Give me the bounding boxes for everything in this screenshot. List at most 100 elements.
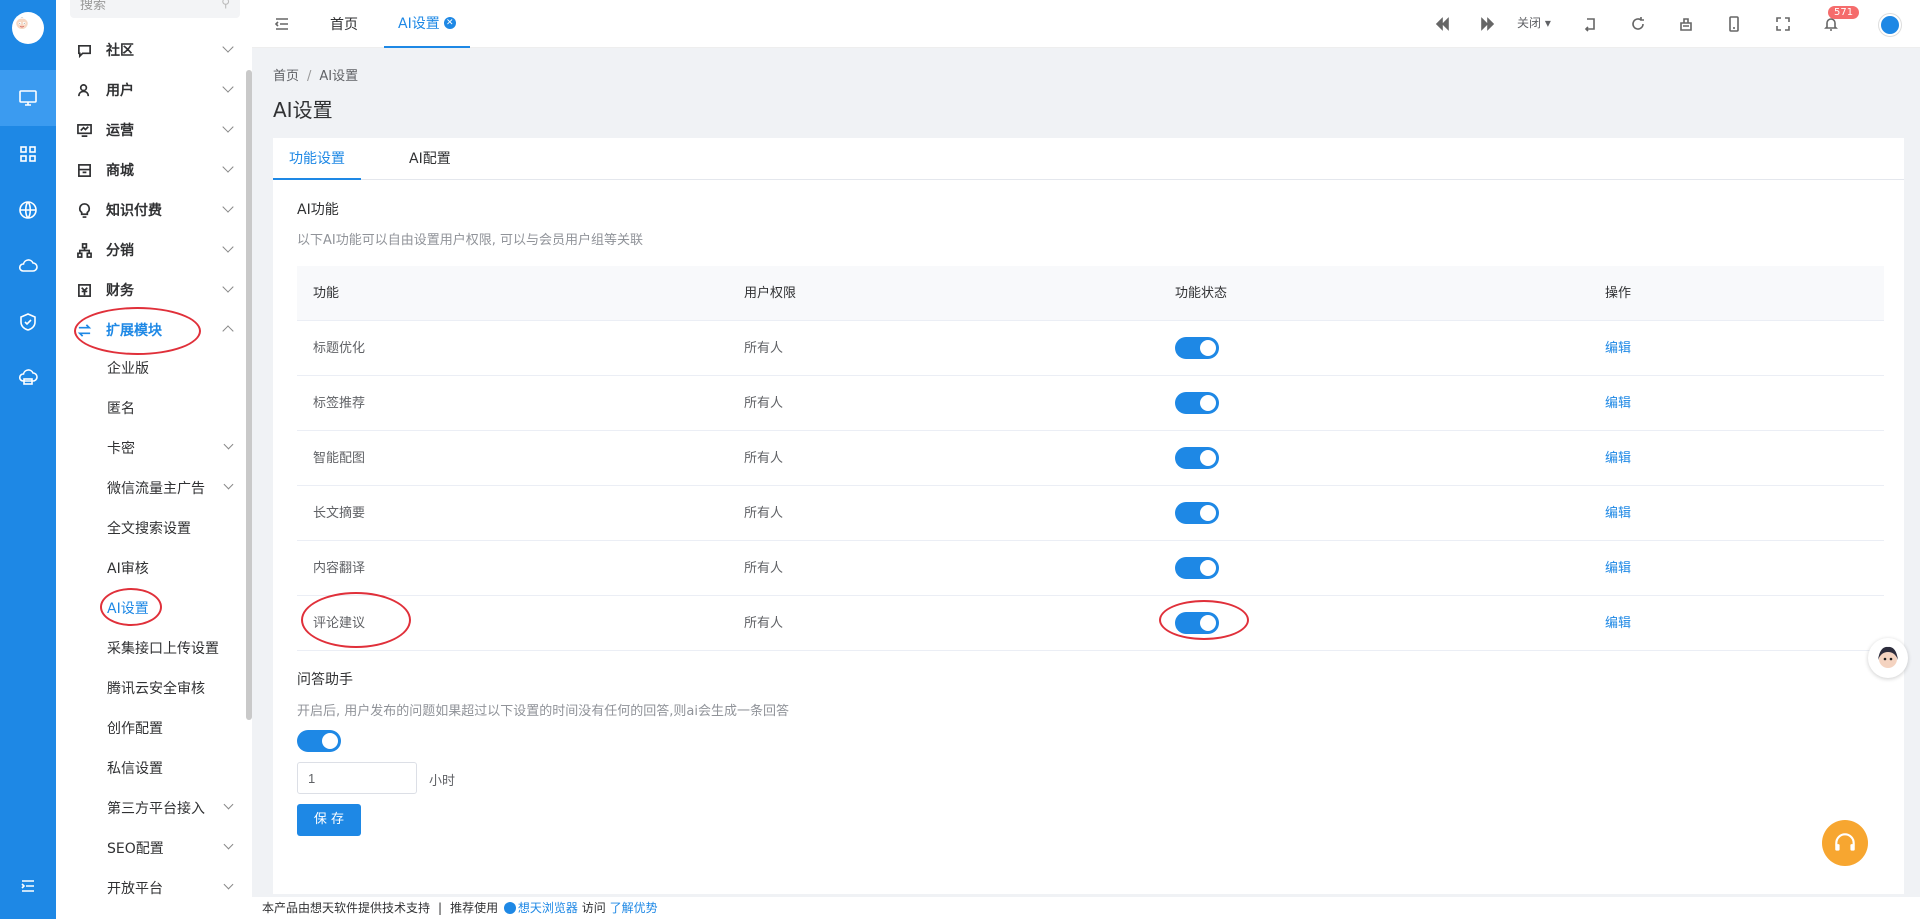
caret-down-icon: ▾	[1544, 16, 1551, 30]
submenu-open-platform[interactable]: 开放平台	[56, 868, 246, 908]
breadcrumb-home[interactable]: 首页	[273, 69, 299, 84]
menu-label: 知识付费	[106, 203, 162, 219]
edit-link[interactable]: 编辑	[1605, 321, 1631, 376]
learn-more-link[interactable]: 了解优势	[610, 901, 658, 915]
submenu-ai-review[interactable]: AI审核	[56, 548, 246, 588]
menu-collapse-icon[interactable]	[0, 858, 56, 914]
feature-toggle[interactable]	[1175, 337, 1219, 359]
menu-label: 用户	[106, 83, 134, 99]
tab-ai-settings[interactable]: AI设置 ✕	[384, 0, 470, 48]
submenu-ai-settings[interactable]: AI设置	[56, 588, 246, 628]
submenu-label: AI审核	[107, 561, 149, 577]
edit-link[interactable]: 编辑	[1605, 431, 1631, 486]
menu-distribution[interactable]: 分销	[56, 230, 246, 270]
breadcrumb-sep: /	[307, 69, 312, 84]
submenu-label: 匿名	[107, 401, 135, 417]
customer-service-button[interactable]	[1822, 820, 1868, 866]
sidebar-scrollbar[interactable]	[246, 70, 252, 720]
top-bar: 首页 AI设置 ✕ 关闭 ▾ 571	[252, 0, 1920, 48]
menu-community[interactable]: 社区	[56, 30, 246, 70]
tab-label: 功能设置	[289, 151, 345, 167]
menu-paid-knowledge[interactable]: 知识付费	[56, 190, 246, 230]
chevron-down-icon	[223, 799, 234, 810]
notification-badge: 571	[1828, 6, 1860, 19]
submenu-tencent-audit[interactable]: 腾讯云安全审核	[56, 668, 246, 708]
hours-input[interactable]	[297, 762, 417, 794]
left-rail	[0, 0, 56, 919]
feature-toggle[interactable]	[1175, 502, 1219, 524]
menu-shop[interactable]: 商城	[56, 150, 246, 190]
feature-toggle[interactable]	[1175, 612, 1219, 634]
submenu-collect-upload[interactable]: 采集接口上传设置	[56, 628, 246, 668]
feature-name: 评论建议	[313, 616, 366, 631]
submenu-label: 全文搜索设置	[107, 521, 191, 537]
swap-arrows-icon	[76, 322, 92, 338]
sidebar-toggle-icon[interactable]	[272, 14, 292, 34]
edit-link[interactable]: 编辑	[1605, 486, 1631, 541]
browser-link[interactable]: 想天浏览器	[518, 901, 578, 915]
feature-toggle[interactable]	[1175, 557, 1219, 579]
menu-users[interactable]: 用户	[56, 70, 246, 110]
footer-text: 推荐使用	[450, 901, 499, 915]
chevron-down-icon	[222, 281, 234, 293]
shield-icon[interactable]	[0, 294, 56, 350]
menu-operations[interactable]: 运营	[56, 110, 246, 150]
feature-name: 智能配图	[313, 451, 366, 466]
tab-home[interactable]: 首页	[330, 0, 358, 48]
refresh-icon[interactable]	[1628, 14, 1648, 34]
globe-icon[interactable]	[0, 182, 56, 238]
monitor-chart-icon	[76, 122, 92, 138]
fullscreen-icon[interactable]	[1773, 14, 1793, 34]
qa-toggle[interactable]	[297, 730, 341, 752]
sidebar-search[interactable]: 搜索 ⚲	[70, 0, 240, 18]
sidebar: 搜索 ⚲ 社区 用户 运营 商城 知识付费 分销 财务 扩展模块 企业版 匿名 …	[56, 0, 252, 919]
backward-icon[interactable]	[1432, 14, 1452, 34]
hours-unit: 小时	[429, 774, 456, 789]
feature-toggle[interactable]	[1175, 392, 1219, 414]
forward-icon[interactable]	[1478, 14, 1498, 34]
apps-grid-icon[interactable]	[0, 126, 56, 182]
menu-extensions[interactable]: 扩展模块	[56, 310, 246, 350]
user-avatar[interactable]	[12, 12, 44, 44]
close-tab-icon[interactable]: ✕	[443, 17, 456, 29]
ai-assistant-avatar[interactable]	[1868, 638, 1908, 678]
feature-permission: 所有人	[744, 341, 784, 356]
menu-finance[interactable]: 财务	[56, 270, 246, 310]
menu-label: 商城	[106, 163, 134, 179]
chevron-down-icon	[223, 839, 234, 850]
clear-cache-icon[interactable]	[1676, 14, 1696, 34]
edit-link[interactable]: 编辑	[1605, 541, 1631, 596]
desktop-icon[interactable]	[0, 70, 56, 126]
settings-card: 功能设置 AI配置 AI功能 以下AI功能可以自由设置用户权限, 可以与会员用户…	[273, 138, 1904, 894]
search-icon[interactable]: ⚲	[221, 0, 230, 10]
user-avatar-small[interactable]	[1879, 14, 1901, 36]
table-row: 长文摘要 所有人 编辑	[297, 486, 1884, 541]
table-header: 功能 用户权限 功能状态 操作	[297, 266, 1884, 321]
submenu-pm-settings[interactable]: 私信设置	[56, 748, 246, 788]
avatar-face-icon	[15, 16, 29, 30]
feature-toggle[interactable]	[1175, 447, 1219, 469]
submenu-creation-config[interactable]: 创作配置	[56, 708, 246, 748]
submenu-fulltext-search[interactable]: 全文搜索设置	[56, 508, 246, 548]
submenu-anonymous[interactable]: 匿名	[56, 388, 246, 428]
return-icon[interactable]	[1580, 14, 1600, 34]
chevron-down-icon	[223, 879, 234, 890]
tab-label: AI设置	[398, 16, 440, 32]
submenu-enterprise[interactable]: 企业版	[56, 348, 246, 388]
chevron-down-icon	[222, 41, 234, 53]
tab-ai-config[interactable]: AI配置	[409, 138, 451, 180]
menu-label: 扩展模块	[106, 323, 162, 339]
edit-link[interactable]: 编辑	[1605, 596, 1631, 651]
submenu-wechat-ads[interactable]: 微信流量主广告	[56, 468, 246, 508]
submenu-card-code[interactable]: 卡密	[56, 428, 246, 468]
close-dropdown[interactable]: 关闭 ▾	[1517, 14, 1551, 31]
tab-feature-settings[interactable]: 功能设置	[273, 138, 361, 180]
mobile-icon[interactable]	[1724, 14, 1744, 34]
submenu-third-party[interactable]: 第三方平台接入	[56, 788, 246, 828]
cloud-icon[interactable]	[0, 238, 56, 294]
footer-sep: |	[438, 901, 443, 915]
edit-link[interactable]: 编辑	[1605, 376, 1631, 431]
submenu-seo[interactable]: SEO配置	[56, 828, 246, 868]
cloud-server-icon[interactable]	[0, 350, 56, 406]
save-button[interactable]: 保 存	[297, 804, 361, 836]
